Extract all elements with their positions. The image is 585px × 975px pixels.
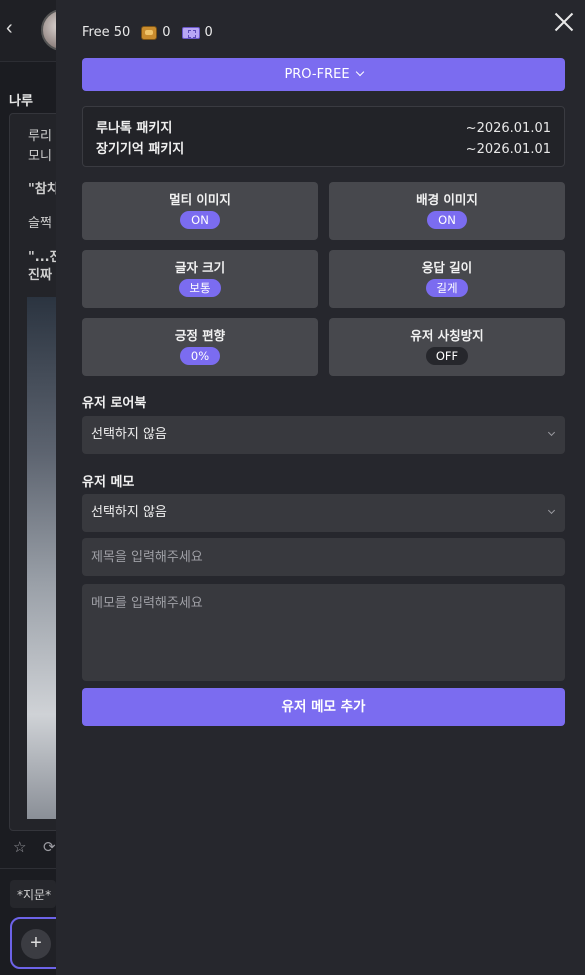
setting-label: 글자 크기 bbox=[174, 260, 226, 275]
close-icon[interactable] bbox=[553, 11, 575, 33]
setting-value-badge: OFF bbox=[425, 347, 469, 365]
divider bbox=[0, 868, 56, 869]
package-list: 루나톡 패키지 ~2026.01.01 장기기억 패키지 ~2026.01.01 bbox=[82, 106, 565, 167]
package-name: 루나톡 패키지 bbox=[96, 121, 173, 136]
setting-user-impersonation-guard[interactable]: 유저 사칭방지 OFF bbox=[329, 318, 565, 376]
message-line: 루리 bbox=[28, 129, 52, 144]
setting-label: 배경 이미지 bbox=[416, 192, 478, 207]
star-icon[interactable]: ☆ bbox=[13, 838, 26, 856]
chevron-left-icon[interactable]: ‹ bbox=[6, 16, 22, 40]
memo-title-input[interactable] bbox=[82, 538, 565, 576]
free-credits: Free 50 bbox=[82, 25, 131, 40]
setting-value-badge: 보통 bbox=[179, 279, 221, 297]
memo-selected-value: 선택하지 않음 bbox=[91, 505, 167, 520]
refresh-icon[interactable]: ⟳ bbox=[43, 838, 56, 856]
memo-body-textarea[interactable] bbox=[82, 584, 565, 681]
setting-positivity-bias[interactable]: 긍정 편향 0% bbox=[82, 318, 318, 376]
chevron-down-icon bbox=[547, 428, 556, 437]
add-user-memo-button[interactable]: 유저 메모 추가 bbox=[82, 688, 565, 726]
package-expiry: ~2026.01.01 bbox=[465, 121, 551, 136]
message-line: 진짜 bbox=[28, 268, 52, 283]
setting-multi-image[interactable]: 멀티 이미지 ON bbox=[82, 182, 318, 240]
credits-bar: Free 50 0 0 bbox=[82, 25, 213, 40]
plan-dropdown-button[interactable]: PRO-FREE bbox=[82, 58, 565, 91]
lorebook-select[interactable]: 선택하지 않음 bbox=[82, 416, 565, 454]
package-name: 장기기억 패키지 bbox=[96, 142, 185, 157]
lorebook-title: 유저 로어북 bbox=[82, 396, 147, 411]
chevron-down-icon bbox=[547, 506, 556, 515]
coin-count: 0 bbox=[162, 25, 171, 40]
chevron-down-icon bbox=[355, 67, 364, 77]
setting-value-badge: 길게 bbox=[426, 279, 468, 297]
package-row: 장기기억 패키지 ~2026.01.01 bbox=[96, 139, 551, 160]
character-name: 나루 bbox=[9, 94, 33, 109]
message-line: "참치 bbox=[28, 182, 59, 197]
coin-icon bbox=[141, 25, 158, 40]
setting-response-length[interactable]: 응답 길이 길게 bbox=[329, 250, 565, 308]
ticket-icon bbox=[181, 26, 200, 39]
setting-label: 응답 길이 bbox=[421, 260, 473, 275]
setting-value-badge: 0% bbox=[180, 347, 220, 365]
message-line: 모니 bbox=[28, 149, 52, 164]
settings-drawer: Free 50 0 0 PRO-FREE 루나톡 패키지 ~2026.01.01… bbox=[56, 0, 585, 975]
memo-title: 유저 메모 bbox=[82, 475, 135, 490]
package-expiry: ~2026.01.01 bbox=[465, 142, 551, 157]
setting-label: 긍정 편향 bbox=[174, 328, 226, 343]
plus-icon[interactable]: + bbox=[21, 929, 51, 959]
hint-chip[interactable]: *지문* bbox=[10, 880, 56, 908]
setting-label: 유저 사칭방지 bbox=[410, 328, 484, 343]
package-row: 루나톡 패키지 ~2026.01.01 bbox=[96, 118, 551, 139]
memo-select[interactable]: 선택하지 않음 bbox=[82, 494, 565, 532]
message-line: 슬쩍 bbox=[28, 216, 52, 231]
settings-grid: 멀티 이미지 ON 배경 이미지 ON 글자 크기 보통 응답 길이 길게 긍정… bbox=[82, 182, 565, 376]
plan-label: PRO-FREE bbox=[284, 67, 350, 82]
setting-value-badge: ON bbox=[427, 211, 467, 229]
setting-label: 멀티 이미지 bbox=[169, 192, 231, 207]
lorebook-selected-value: 선택하지 않음 bbox=[91, 427, 167, 442]
ticket-count: 0 bbox=[204, 25, 213, 40]
setting-background-image[interactable]: 배경 이미지 ON bbox=[329, 182, 565, 240]
setting-font-size[interactable]: 글자 크기 보통 bbox=[82, 250, 318, 308]
setting-value-badge: ON bbox=[180, 211, 220, 229]
